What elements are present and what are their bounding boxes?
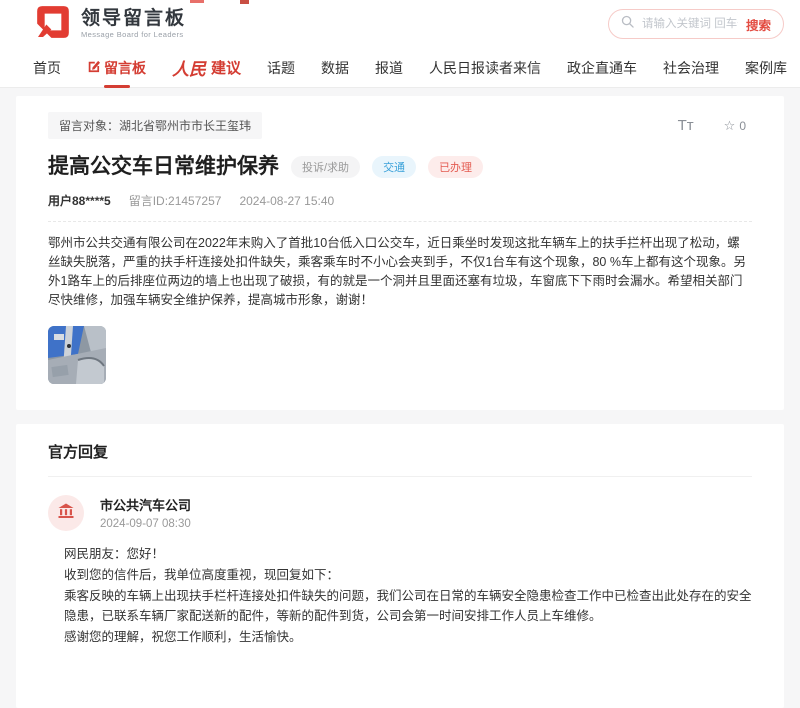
- site-title: 领导留言板: [81, 9, 186, 30]
- site-header: 领导留言板 Message Board for Leaders 搜索: [0, 0, 800, 48]
- page-content: 留言对象：湖北省鄂州市市长王玺玮 Tᴛ ☆ 0 提高公交车日常维护保养 投诉/求…: [0, 96, 800, 708]
- agency-avatar: [48, 495, 84, 531]
- tag-status-handled: 已办理: [428, 156, 483, 178]
- site-logo[interactable]: 领导留言板 Message Board for Leaders: [33, 2, 186, 47]
- message-board-logo-icon: [33, 2, 73, 47]
- message-id: 留言ID:21457257: [129, 192, 222, 209]
- nav-item-reader-letters[interactable]: 人民日报读者来信: [429, 58, 541, 78]
- nav-item-topics[interactable]: 话题: [267, 58, 295, 78]
- site-subtitle: Message Board for Leaders: [81, 30, 186, 39]
- nav-item-social-governance[interactable]: 社会治理: [663, 58, 719, 78]
- reply-line: 乘客反映的车辆上出现扶手栏杆连接处扣件缺失的问题，我们公司在日常的车辆安全隐患检…: [64, 586, 752, 626]
- message-date: 2024-08-27 15:40: [239, 194, 334, 208]
- font-size-icon[interactable]: Tᴛ: [678, 117, 694, 134]
- tag-transport: 交通: [372, 156, 416, 178]
- official-reply-card: 官方回复 市公共汽车公司 2024-09-07 08:30: [16, 424, 784, 708]
- divider: [48, 221, 752, 222]
- search-box[interactable]: 搜索: [608, 9, 784, 39]
- nav-item-reports[interactable]: 报道: [375, 58, 403, 78]
- tag-complaint: 投诉/求助: [291, 156, 360, 178]
- reply-body: 网民朋友：您好！ 收到您的信件后，我单位高度重视，现回复如下： 乘客反映的车辆上…: [64, 544, 752, 647]
- reply-date: 2024-09-07 08:30: [100, 518, 191, 530]
- nav-item-gov-enterprise[interactable]: 政企直通车: [567, 58, 637, 78]
- official-reply-heading: 官方回复: [48, 441, 752, 462]
- main-nav: 首页 留言板 人民建议 话题 数据 报道 人民日报读者来信 政企直通车 社会治理…: [0, 48, 800, 88]
- search-icon: [621, 15, 634, 33]
- favorite-button[interactable]: ☆ 0: [724, 118, 746, 134]
- divider: [48, 476, 752, 477]
- message-title: 提高公交车日常维护保养: [48, 154, 279, 179]
- nav-item-case-library[interactable]: 案例库: [745, 58, 787, 78]
- attachment-photo-bus-interior[interactable]: [48, 326, 106, 384]
- top-edge-fragment: [190, 0, 204, 3]
- search-input[interactable]: [640, 17, 740, 31]
- reply-line: 网民朋友：您好！: [64, 544, 752, 564]
- message-body: 鄂州市公共交通有限公司在2022年末购入了首批10台低入口公交车，近日乘坐时发现…: [48, 234, 752, 310]
- nav-item-peoples-suggestion[interactable]: 人民建议: [172, 55, 241, 80]
- reply-line: 感谢您的理解，祝您工作顺利，生活愉快。: [64, 627, 752, 647]
- search-button[interactable]: 搜索: [746, 15, 771, 34]
- government-building-icon: [57, 502, 75, 525]
- message-target-chip: 留言对象：湖北省鄂州市市长王玺玮: [48, 112, 262, 139]
- message-card: 留言对象：湖北省鄂州市市长王玺玮 Tᴛ ☆ 0 提高公交车日常维护保养 投诉/求…: [16, 96, 784, 410]
- nav-item-message-board[interactable]: 留言板: [87, 58, 146, 78]
- reply-line: 收到您的信件后，我单位高度重视，现回复如下：: [64, 565, 752, 585]
- nav-item-data[interactable]: 数据: [321, 58, 349, 78]
- reply-agency-name: 市公共汽车公司: [100, 495, 191, 514]
- edit-square-icon: [87, 60, 100, 76]
- message-author: 用户88****5: [48, 192, 111, 209]
- nav-item-home[interactable]: 首页: [33, 58, 61, 78]
- favorite-count: 0: [739, 119, 746, 133]
- top-edge-fragment: [240, 0, 249, 4]
- star-icon: ☆: [724, 118, 736, 134]
